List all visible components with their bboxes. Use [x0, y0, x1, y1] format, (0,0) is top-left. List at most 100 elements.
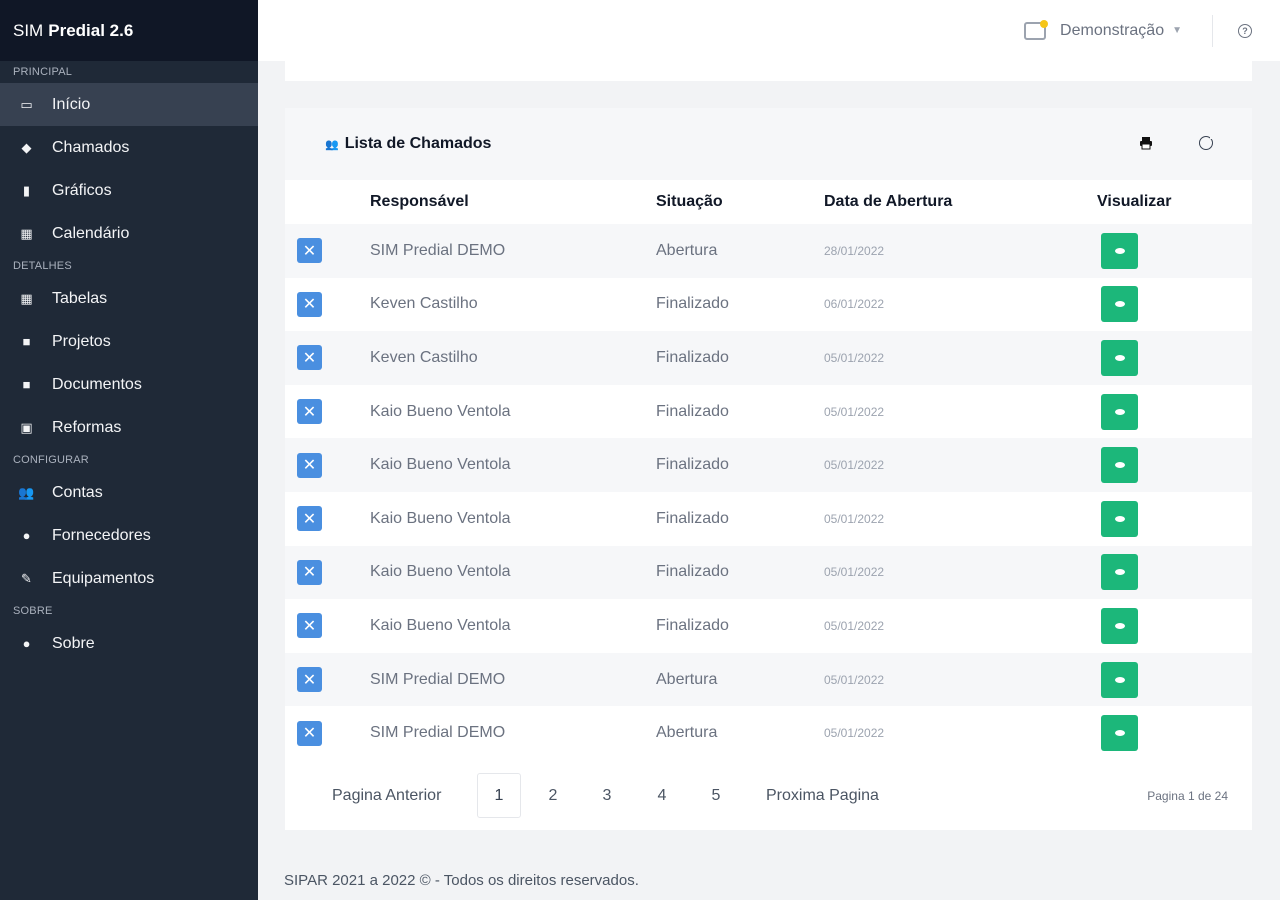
cell-responsavel: SIM Predial DEMO: [370, 724, 506, 742]
sidebar-section-label: DETALHES: [13, 260, 72, 272]
view-button[interactable]: [1101, 500, 1138, 537]
sidebar-section-label: SOBRE: [13, 605, 53, 617]
table-row[interactable]: ✕ Keven Castilho Finalizado 06/01/2022: [285, 278, 1252, 332]
sidebar-section-label: PRINCIPAL: [13, 66, 73, 78]
sidebar-item-sobre[interactable]: ● Sobre: [0, 622, 258, 665]
brand-name: Predial 2.6: [48, 20, 134, 40]
sidebar-item-reformas[interactable]: ▣ Reformas: [0, 406, 258, 449]
cell-data-abertura: 05/01/2022: [824, 458, 885, 473]
column-header-data[interactable]: Data de Abertura: [824, 193, 952, 211]
view-button[interactable]: [1101, 447, 1138, 484]
tools-icon: ✕: [297, 667, 322, 693]
page-number-4[interactable]: 4: [640, 773, 684, 818]
help-icon[interactable]: ?: [1238, 23, 1252, 38]
wrench-icon: ✎: [21, 570, 32, 586]
sidebar-item-equipamentos[interactable]: ✎ Equipamentos: [0, 557, 258, 600]
table-row[interactable]: ✕ Kaio Bueno Ventola Finalizado 05/01/20…: [285, 438, 1252, 492]
view-button[interactable]: [1101, 607, 1138, 644]
page-info: Pagina 1 de 24: [1147, 789, 1228, 803]
sidebar-item-graficos[interactable]: ▮ Gráficos: [0, 169, 258, 212]
organization-dropdown[interactable]: Demonstração ▼: [1024, 19, 1182, 40]
monitor-icon: ▭: [20, 96, 33, 112]
cell-data-abertura: 28/01/2022: [824, 243, 885, 258]
sidebar-nav: PRINCIPAL ▭ Início ◆ Chamados ▮ Gráficos ▦ Calen…: [0, 61, 258, 665]
sidebar-item-label: Equipamentos: [52, 569, 155, 587]
next-page-button[interactable]: Proxima Pagina: [766, 773, 879, 818]
sidebar-item-contas[interactable]: 👥 Contas: [0, 471, 258, 514]
card-header: 👥 Lista de Chamados: [285, 108, 1252, 180]
view-button[interactable]: [1101, 715, 1138, 752]
column-header-responsavel[interactable]: Responsável: [370, 193, 469, 211]
sidebar-item-inicio[interactable]: ▭ Início: [0, 83, 258, 126]
sidebar-item-calendario[interactable]: ▦ Calendário: [0, 212, 258, 255]
cell-data-abertura: 05/01/2022: [824, 565, 885, 580]
cell-responsavel: SIM Predial DEMO: [370, 241, 506, 259]
print-icon[interactable]: [1139, 136, 1153, 150]
table-icon: ▦: [20, 290, 33, 306]
top-card-strip: [285, 61, 1252, 81]
sidebar-item-projetos[interactable]: ■ Projetos: [0, 320, 258, 363]
tools-icon: ✕: [297, 291, 322, 317]
sidebar-item-label: Início: [52, 95, 91, 113]
eye-icon: [1114, 515, 1125, 522]
view-button[interactable]: [1101, 286, 1138, 323]
cell-situacao: Finalizado: [656, 295, 729, 313]
sidebar-item-tabelas[interactable]: ▦ Tabelas: [0, 277, 258, 320]
view-button[interactable]: [1101, 554, 1138, 591]
table-row[interactable]: ✕ Kaio Bueno Ventola Finalizado 05/01/20…: [285, 545, 1252, 600]
cell-data-abertura: 05/01/2022: [824, 404, 885, 419]
sidebar-item-chamados[interactable]: ◆ Chamados: [0, 126, 258, 169]
cell-situacao: Finalizado: [656, 456, 729, 474]
table-row[interactable]: ✕ SIM Predial DEMO Abertura 28/01/2022: [285, 224, 1252, 278]
table-row[interactable]: ✕ Kaio Bueno Ventola Finalizado 05/01/20…: [285, 492, 1252, 546]
sidebar-item-label: Documentos: [52, 375, 142, 393]
document-icon: ■: [22, 377, 31, 392]
cell-data-abertura: 05/01/2022: [824, 672, 885, 687]
eye-icon: [1114, 676, 1125, 683]
cell-data-abertura: 05/01/2022: [824, 350, 885, 365]
tools-icon: ✕: [297, 506, 322, 532]
sidebar-item-label: Chamados: [52, 138, 130, 156]
eye-icon: [1114, 408, 1125, 415]
view-button[interactable]: [1101, 339, 1138, 376]
sidebar-item-fornecedores[interactable]: ● Fornecedores: [0, 514, 258, 557]
view-button[interactable]: [1101, 393, 1138, 430]
table-row[interactable]: ✕ Kaio Bueno Ventola Finalizado 05/01/20…: [285, 599, 1252, 653]
table-row[interactable]: ✕ Kaio Bueno Ventola Finalizado 05/01/20…: [285, 385, 1252, 439]
cell-situacao: Finalizado: [656, 402, 729, 420]
column-header-situacao[interactable]: Situação: [656, 193, 723, 211]
sidebar-item-label: Projetos: [52, 332, 111, 350]
table-row[interactable]: ✕ SIM Predial DEMO Abertura 05/01/2022: [285, 652, 1252, 707]
cell-responsavel: Kaio Bueno Ventola: [370, 509, 511, 527]
column-header-visualizar: Visualizar: [1097, 193, 1172, 210]
info-circle-icon: ●: [22, 636, 31, 651]
page-number-1[interactable]: 1: [477, 773, 521, 818]
cell-data-abertura: 05/01/2022: [824, 511, 885, 526]
tools-icon: ✕: [297, 720, 322, 746]
view-button[interactable]: [1101, 661, 1138, 698]
table-row[interactable]: ✕ Keven Castilho Finalizado 05/01/2022: [285, 331, 1252, 385]
tools-icon: ✕: [297, 452, 322, 478]
cell-situacao: Abertura: [656, 241, 718, 259]
refresh-icon[interactable]: [1199, 135, 1214, 150]
sidebar-item-label: Fornecedores: [52, 526, 151, 544]
page-number-5[interactable]: 5: [694, 773, 738, 818]
users-icon: 👥: [18, 484, 35, 500]
sidebar-item-documentos[interactable]: ■ Documentos: [0, 363, 258, 406]
previous-page-button[interactable]: Pagina Anterior: [332, 773, 441, 818]
sidebar-item-label: Gráficos: [52, 181, 112, 199]
pagination: Pagina Anterior 12345 Proxima Pagina Pag…: [285, 758, 1252, 830]
page-number-3[interactable]: 3: [585, 773, 629, 818]
tools-icon: ✕: [297, 345, 322, 371]
page-number-2[interactable]: 2: [531, 773, 575, 818]
app-brand[interactable]: SIM Predial 2.6: [0, 0, 258, 61]
cell-data-abertura: 05/01/2022: [824, 618, 885, 633]
cell-responsavel: Kaio Bueno Ventola: [370, 402, 511, 420]
cell-responsavel: Kaio Bueno Ventola: [370, 456, 511, 474]
footer-text: SIPAR 2021 a 2022 © - Todos os direitos …: [284, 872, 639, 889]
table-header: Responsável Situação Data de Abertura Vi…: [285, 180, 1252, 224]
view-button[interactable]: [1101, 232, 1138, 269]
book-icon: ■: [22, 334, 31, 349]
table-row[interactable]: ✕ SIM Predial DEMO Abertura 05/01/2022: [285, 706, 1252, 760]
sidebar-item-label: Calendário: [52, 224, 130, 242]
